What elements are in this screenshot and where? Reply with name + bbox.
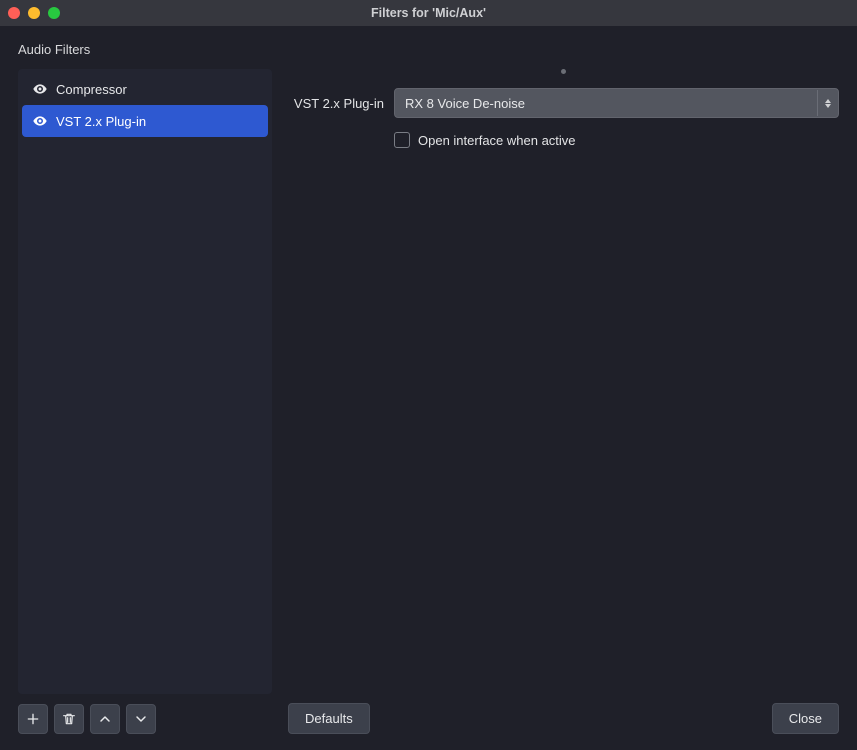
plugin-select-value: RX 8 Voice De-noise — [394, 88, 839, 118]
window-controls — [8, 7, 60, 19]
visibility-icon[interactable] — [32, 81, 48, 97]
open-interface-checkbox[interactable] — [394, 132, 410, 148]
open-interface-label: Open interface when active — [418, 133, 576, 148]
visibility-icon[interactable] — [32, 113, 48, 129]
add-filter-button[interactable] — [18, 704, 48, 734]
chevron-down-icon — [133, 711, 149, 727]
move-filter-down-button[interactable] — [126, 704, 156, 734]
plugin-select-row: VST 2.x Plug-in RX 8 Voice De-noise — [288, 88, 839, 118]
filter-item-vst-plugin[interactable]: VST 2.x Plug-in — [22, 105, 268, 137]
window-body: Audio Filters Compressor VST 2.x Pl — [0, 26, 857, 750]
chevron-up-icon — [97, 711, 113, 727]
details-footer: Defaults Close — [288, 703, 839, 734]
plugin-select-label: VST 2.x Plug-in — [288, 96, 384, 111]
close-window-button[interactable] — [8, 7, 20, 19]
filter-item-label: VST 2.x Plug-in — [56, 114, 146, 129]
filter-list[interactable]: Compressor VST 2.x Plug-in — [18, 69, 272, 694]
plugin-select[interactable]: RX 8 Voice De-noise — [394, 88, 839, 118]
panel-grip-icon[interactable] — [561, 69, 566, 74]
filter-toolbar — [18, 704, 272, 734]
filter-item-compressor[interactable]: Compressor — [22, 73, 268, 105]
filter-item-label: Compressor — [56, 82, 127, 97]
filter-details: VST 2.x Plug-in RX 8 Voice De-noise Open… — [288, 69, 839, 734]
plus-icon — [25, 711, 41, 727]
zoom-window-button[interactable] — [48, 7, 60, 19]
updown-caret-icon — [817, 90, 837, 116]
close-button[interactable]: Close — [772, 703, 839, 734]
filter-list-column: Compressor VST 2.x Plug-in — [18, 69, 272, 734]
minimize-window-button[interactable] — [28, 7, 40, 19]
titlebar: Filters for 'Mic/Aux' — [0, 0, 857, 26]
window-title: Filters for 'Mic/Aux' — [0, 6, 857, 20]
move-filter-up-button[interactable] — [90, 704, 120, 734]
audio-filters-heading: Audio Filters — [18, 42, 839, 57]
defaults-button[interactable]: Defaults — [288, 703, 370, 734]
main-row: Compressor VST 2.x Plug-in — [18, 69, 839, 734]
open-interface-checkbox-row: Open interface when active — [394, 132, 839, 148]
trash-icon — [61, 711, 77, 727]
remove-filter-button[interactable] — [54, 704, 84, 734]
